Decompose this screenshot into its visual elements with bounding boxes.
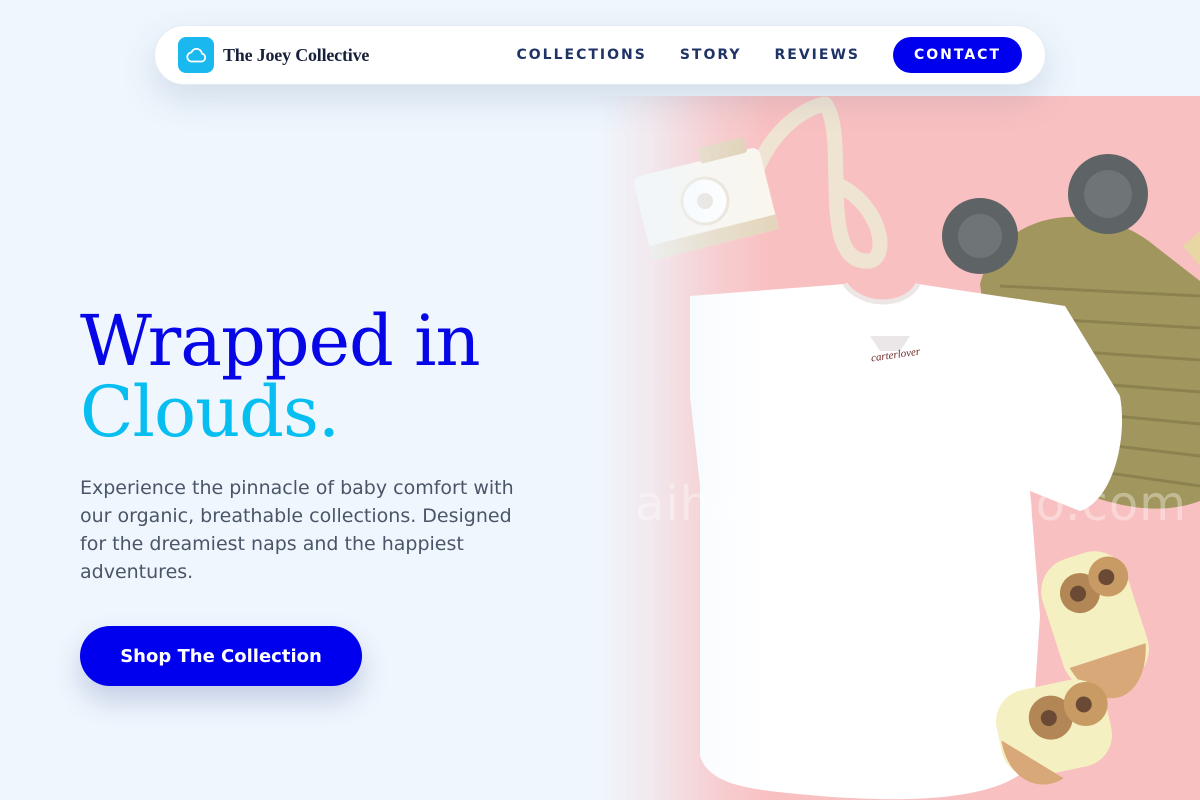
nav-link-reviews[interactable]: REVIEWS bbox=[775, 47, 860, 63]
nav-link-story[interactable]: STORY bbox=[680, 47, 742, 63]
hero-title-line1: Wrapped in bbox=[80, 300, 481, 382]
hero-title: Wrapped in Clouds. bbox=[80, 300, 481, 453]
brand-name: The Joey Collective bbox=[223, 44, 370, 65]
hero-image: carterlover aihappykangaroo.com bbox=[600, 96, 1200, 800]
hero-title-line2: Clouds. bbox=[80, 371, 340, 453]
navbar: The Joey Collective COLLECTIONS STORY RE… bbox=[154, 25, 1046, 85]
cloud-icon bbox=[186, 47, 207, 63]
image-fade-overlay bbox=[600, 96, 770, 800]
nav-link-collections[interactable]: COLLECTIONS bbox=[516, 47, 646, 63]
hero-description: Experience the pinnacle of baby comfort … bbox=[80, 477, 514, 583]
shop-collection-button[interactable]: Shop The Collection bbox=[80, 626, 362, 686]
contact-button[interactable]: CONTACT bbox=[892, 37, 1022, 73]
nav-links: COLLECTIONS STORY REVIEWS CONTACT bbox=[516, 37, 1022, 73]
image-watermark: aihappykangaroo.com bbox=[635, 476, 1187, 532]
brand[interactable]: The Joey Collective bbox=[178, 37, 369, 73]
logo bbox=[178, 37, 214, 73]
